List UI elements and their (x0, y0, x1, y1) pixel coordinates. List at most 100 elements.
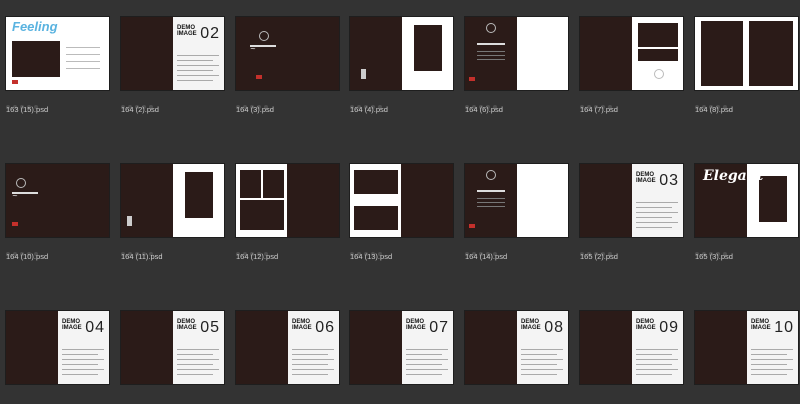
file-thumbnail-image[interactable] (465, 17, 568, 90)
file-thumbnail-item[interactable]: 164 (14).psd (461, 147, 571, 261)
file-thumbnail-image[interactable]: ~ (6, 164, 109, 237)
thumb-text-line (636, 369, 678, 370)
file-thumbnail-image[interactable] (350, 17, 453, 90)
rating-stars[interactable] (580, 243, 615, 256)
rating-stars[interactable] (236, 243, 271, 256)
file-name-label: 164 (6).psd (465, 105, 503, 114)
thumb-text-line (406, 374, 442, 375)
file-thumbnail-image[interactable]: DEMO IMAGE 08 (465, 311, 568, 384)
rating-stars[interactable] (465, 243, 500, 256)
rating-stars[interactable] (580, 96, 615, 109)
thumb-page-number: 06 (315, 319, 335, 336)
file-thumbnail-image[interactable]: DEMO IMAGE 07 (350, 311, 453, 384)
file-thumbnail-item[interactable]: ~164 (10).psd (2, 147, 112, 261)
thumb-text-line (636, 359, 678, 360)
file-thumbnail-image[interactable]: DEMO IMAGE 05 (121, 311, 224, 384)
rating-stars[interactable] (695, 96, 730, 109)
file-thumbnail-item[interactable]: DEMO IMAGE 02 164 (2).psd (117, 0, 227, 114)
file-thumbnail-item[interactable]: DEMO IMAGE 05 (117, 294, 227, 404)
thumb-text-line (292, 369, 334, 370)
file-name-label: 164 (11).psd (121, 252, 163, 261)
file-thumbnail-image[interactable]: ~ (236, 17, 339, 90)
thumb-text-line (477, 59, 505, 60)
thumb-right-page: DEMO IMAGE 02 (173, 17, 224, 90)
thumb-text-line (521, 364, 557, 365)
file-thumbnail-item[interactable]: 164 (12).psd (232, 147, 342, 261)
file-thumbnail-item[interactable]: DEMO IMAGE 03 165 (2).psd (576, 147, 686, 261)
file-name-label: 165 (2).psd (580, 252, 618, 261)
thumb-badge (256, 75, 262, 79)
file-thumbnail-image[interactable] (236, 164, 339, 237)
file-name-label: 164 (10).psd (6, 252, 49, 261)
rating-stars[interactable] (695, 243, 730, 256)
file-thumbnail-item[interactable]: DEMO IMAGE 09 (576, 294, 686, 404)
rating-stars[interactable] (465, 96, 500, 109)
file-thumbnail-item[interactable]: DEMO IMAGE 07 (346, 294, 456, 404)
file-thumbnail-item[interactable]: DEMO IMAGE 04 (2, 294, 112, 404)
file-thumbnail-item[interactable]: Elegant 165 (3).psd (691, 147, 800, 261)
thumb-text-line (177, 75, 219, 76)
thumb-right-page: DEMO IMAGE 03 (632, 164, 683, 237)
thumb-text-line (636, 222, 678, 223)
rating-stars[interactable] (350, 96, 385, 109)
file-name-label: 164 (8).psd (695, 105, 733, 114)
thumb-script (477, 43, 505, 45)
rating-stars[interactable] (121, 243, 156, 256)
file-thumbnail-image[interactable]: DEMO IMAGE 03 (580, 164, 683, 237)
thumb-page-number: 03 (659, 172, 679, 189)
file-thumbnail-image[interactable]: DEMO IMAGE 10 (695, 311, 798, 384)
rating-stars[interactable] (236, 96, 271, 109)
file-name-label: 164 (12).psd (236, 252, 279, 261)
file-thumbnail-image[interactable]: DEMO IMAGE 06 (236, 311, 339, 384)
thumb-title: Elegant (703, 168, 764, 184)
thumb-text-line (177, 80, 213, 81)
thumb-demo-text: DEMO IMAGE (406, 319, 426, 331)
file-thumbnail-item[interactable]: 164 (11).psd (117, 147, 227, 261)
file-thumbnail-image[interactable]: DEMO IMAGE 09 (580, 311, 683, 384)
thumb-text-line (636, 354, 672, 355)
thumb-text-line (636, 364, 672, 365)
file-thumbnail-image[interactable]: Elegant (695, 164, 798, 237)
thumb-text-line (636, 349, 678, 350)
file-thumbnail-item[interactable]: 164 (7).psd (576, 0, 686, 114)
file-thumbnail-item[interactable]: Feeling 163 (15).psd (2, 0, 112, 114)
file-thumbnail-image[interactable] (465, 164, 568, 237)
thumb-text-line (521, 374, 557, 375)
thumb-text-line (292, 364, 328, 365)
file-name-label: 165 (3).psd (695, 252, 733, 261)
thumb-right-page (517, 164, 568, 237)
rating-stars[interactable] (121, 96, 156, 109)
file-thumbnail-item[interactable]: DEMO IMAGE 06 (232, 294, 342, 404)
thumb-right-page: DEMO IMAGE 08 (517, 311, 568, 384)
file-thumbnail-image[interactable]: DEMO IMAGE 02 (121, 17, 224, 90)
thumb-text-line (751, 364, 787, 365)
thumb-demo-line: IMAGE (636, 178, 656, 184)
rating-stars[interactable] (350, 243, 385, 256)
thumb-text-line (751, 349, 793, 350)
rating-stars[interactable] (6, 96, 41, 109)
file-thumbnail-image[interactable] (350, 164, 453, 237)
thumb-right-page (632, 17, 683, 90)
thumb-left-page (350, 164, 401, 237)
file-thumbnail-item[interactable]: 164 (6).psd (461, 0, 571, 114)
thumb-page-number: 10 (774, 319, 794, 336)
thumb-logo (16, 178, 26, 188)
thumb-photo (185, 172, 213, 218)
file-thumbnail-item[interactable]: 164 (8).psd (691, 0, 800, 114)
file-thumbnail-image[interactable] (580, 17, 683, 90)
file-thumbnail-image[interactable]: Feeling (6, 17, 109, 90)
file-thumbnail-image[interactable] (121, 164, 224, 237)
thumb-script: ~ (250, 45, 276, 53)
file-thumbnail-item[interactable]: ~164 (3).psd (232, 0, 342, 114)
thumb-text-line (62, 364, 98, 365)
file-thumbnail-image[interactable]: DEMO IMAGE 04 (6, 311, 109, 384)
thumb-text-line (751, 359, 793, 360)
thumb-text-line (406, 349, 448, 350)
file-thumbnail-item[interactable]: 164 (13).psd (346, 147, 456, 261)
rating-stars[interactable] (6, 243, 41, 256)
thumb-text-line (66, 47, 100, 48)
file-thumbnail-item[interactable]: 164 (4).psd (346, 0, 456, 114)
file-thumbnail-image[interactable] (695, 17, 798, 90)
file-thumbnail-item[interactable]: DEMO IMAGE 10 (691, 294, 800, 404)
file-thumbnail-item[interactable]: DEMO IMAGE 08 (461, 294, 571, 404)
